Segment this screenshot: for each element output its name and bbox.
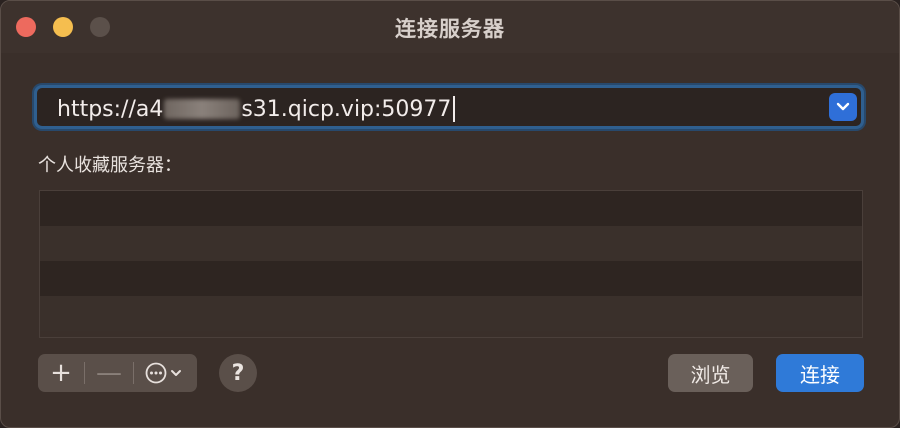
more-options-button[interactable] xyxy=(134,354,197,392)
list-item[interactable] xyxy=(40,191,862,226)
redacted-segment xyxy=(164,99,241,119)
connect-to-server-window: 连接服务器 https://a4 s31.qicp.vip:50977 个人收藏… xyxy=(0,0,900,428)
server-address-value[interactable]: https://a4 s31.qicp.vip:50977 xyxy=(57,95,456,123)
ellipsis-circle-icon xyxy=(145,362,181,384)
recent-servers-dropdown-button[interactable] xyxy=(829,93,857,121)
window-title: 连接服务器 xyxy=(395,17,505,41)
list-item[interactable] xyxy=(40,261,862,296)
favorite-servers-list[interactable] xyxy=(39,190,863,338)
remove-favorite-button[interactable]: — xyxy=(85,354,133,392)
server-address-suffix: s31.qicp.vip:50977 xyxy=(241,96,452,122)
favorite-servers-label: 个人收藏服务器： xyxy=(38,155,182,176)
add-favorite-button[interactable]: + xyxy=(38,354,84,392)
chevron-down-icon xyxy=(170,370,181,376)
server-address-field[interactable]: https://a4 s31.qicp.vip:50977 xyxy=(34,85,864,129)
connect-button[interactable]: 连接 xyxy=(776,354,864,392)
list-item[interactable] xyxy=(40,296,862,331)
chevron-down-icon xyxy=(836,102,850,111)
favorites-toolbar: + — xyxy=(38,354,197,392)
browse-button[interactable]: 浏览 xyxy=(668,354,753,392)
server-address-prefix: https://a4 xyxy=(57,96,164,122)
text-caret xyxy=(453,96,456,122)
title-bar: 连接服务器 xyxy=(1,1,899,53)
list-item[interactable] xyxy=(40,226,862,261)
help-button[interactable]: ? xyxy=(219,354,257,392)
